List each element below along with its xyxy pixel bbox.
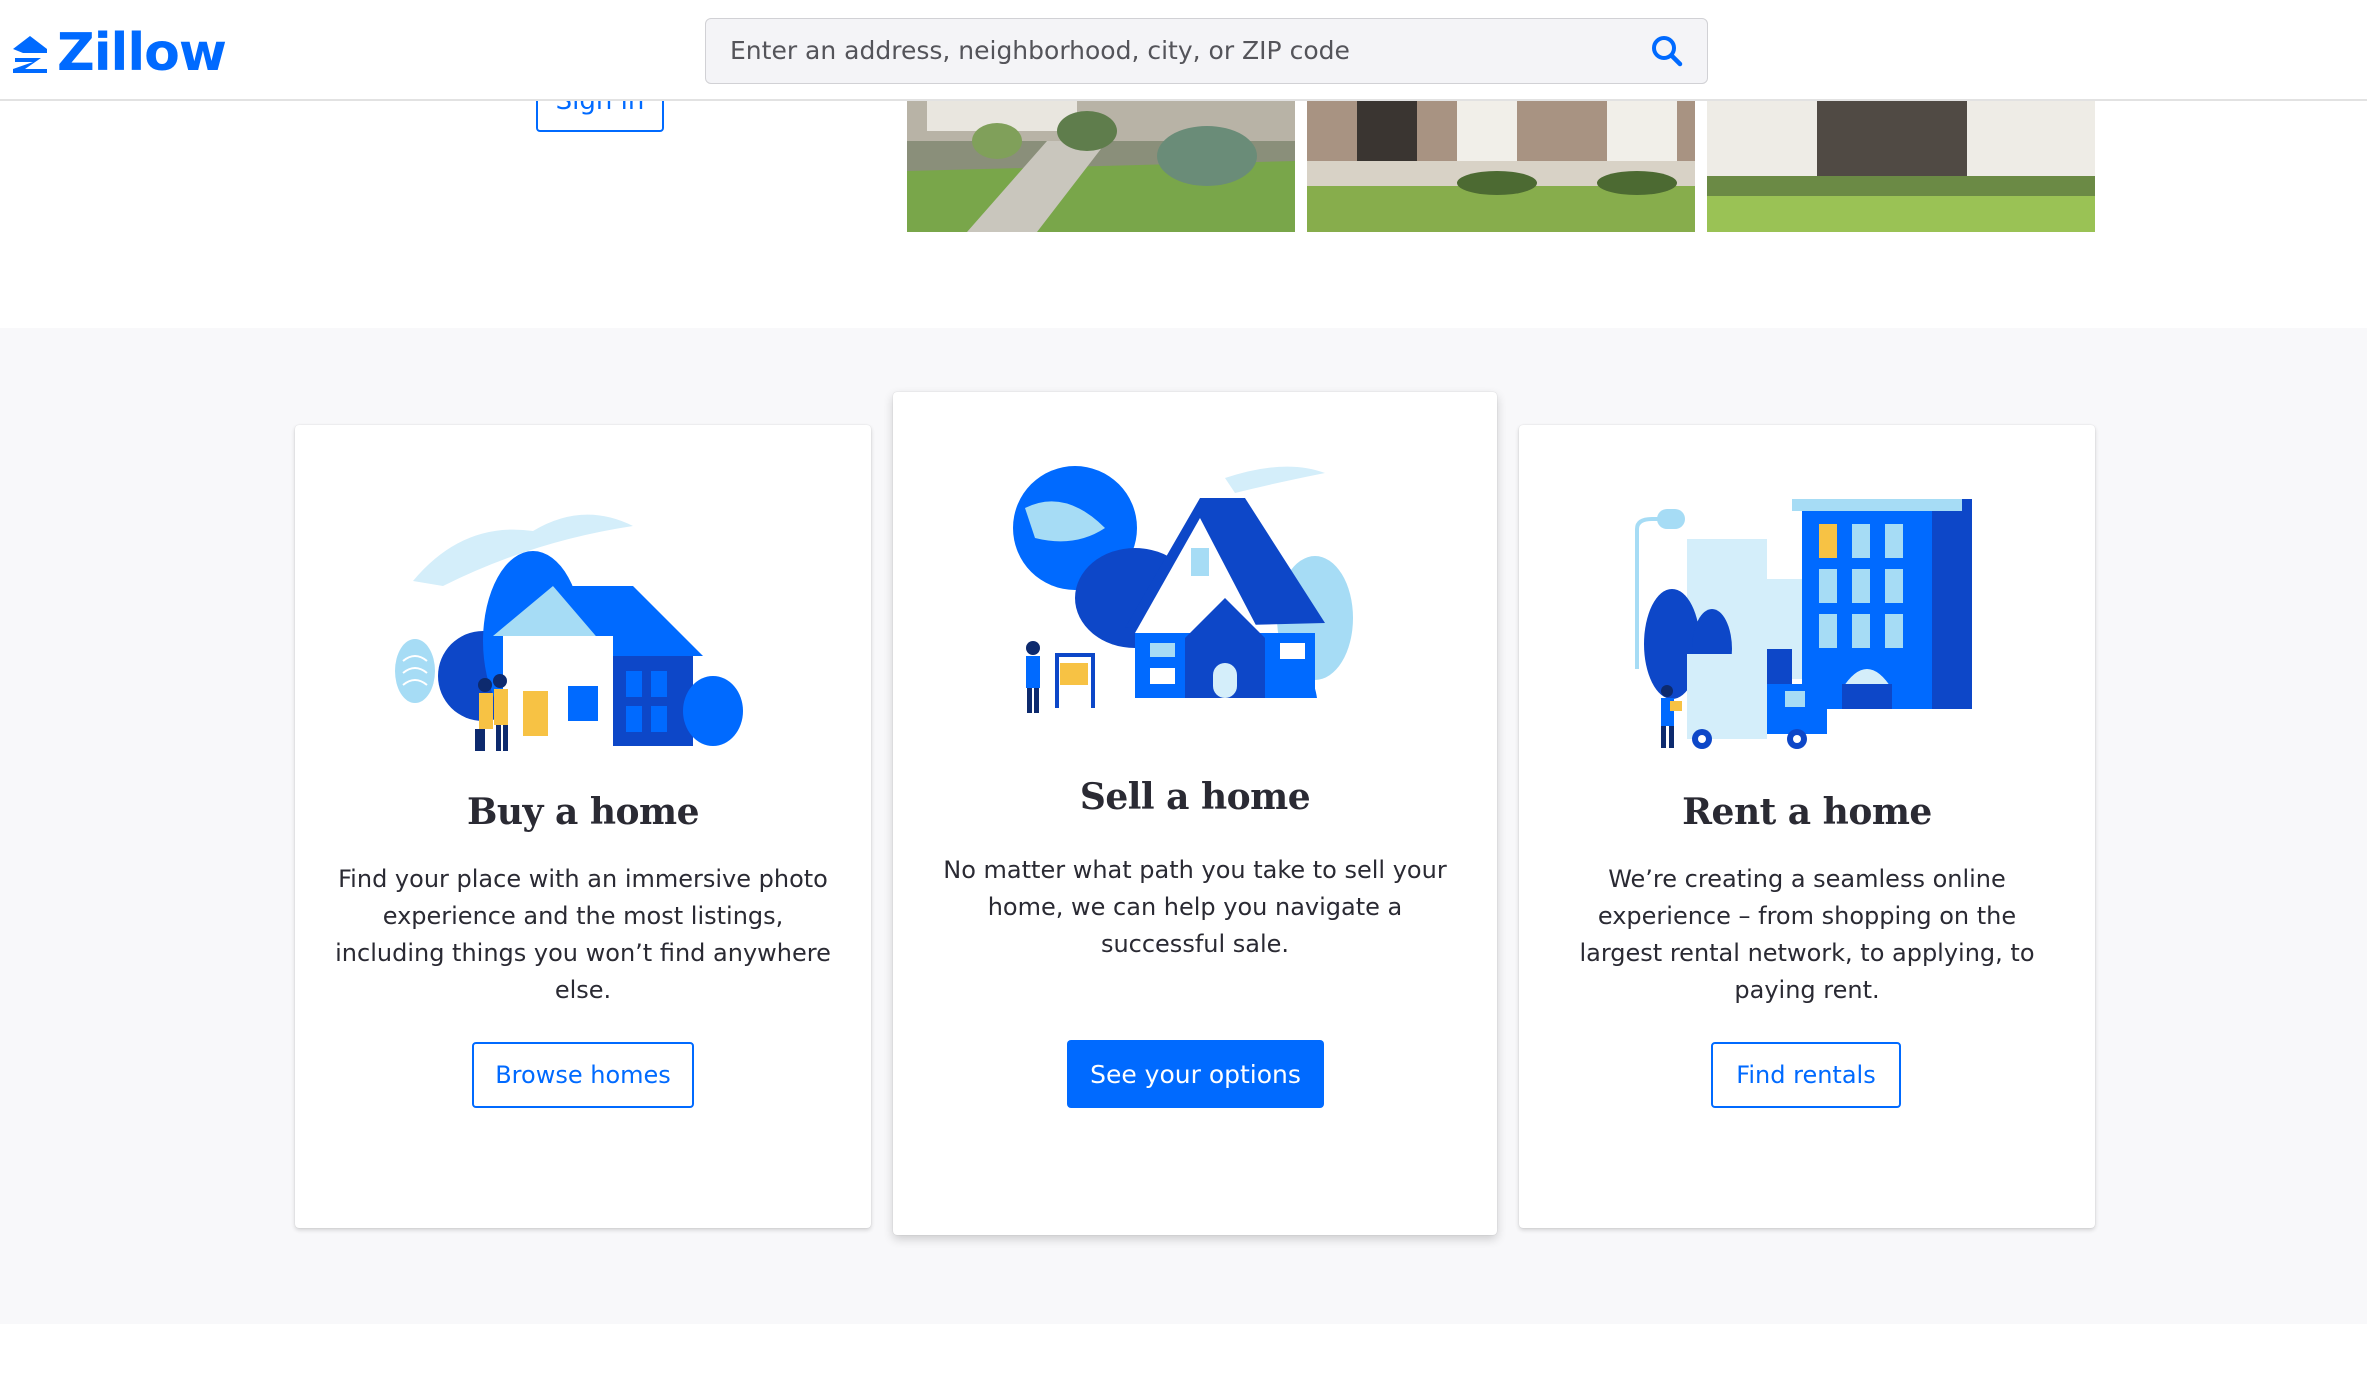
card-title: Buy a home [466, 791, 700, 833]
buy-home-illustration [395, 514, 743, 751]
home-photo [1707, 101, 2095, 232]
rent-home-illustration [1635, 499, 1972, 749]
search-input[interactable] [730, 19, 1630, 82]
buy-a-home-card: Buy a home Find your place with an immer… [295, 425, 871, 1228]
zillow-logo[interactable]: Zillow [9, 23, 227, 83]
find-rentals-button[interactable]: Find rentals [1711, 1042, 1901, 1108]
see-your-options-button[interactable]: See your options [1067, 1040, 1324, 1108]
search-icon[interactable] [1649, 33, 1685, 69]
search-bar [705, 18, 1708, 84]
card-title: Sell a home [1079, 776, 1311, 818]
home-photo-strip [907, 101, 2096, 232]
browse-homes-button[interactable]: Browse homes [472, 1042, 694, 1108]
sell-a-home-card: Sell a home No matter what path you take… [893, 392, 1497, 1235]
card-title: Rent a home [1682, 791, 1932, 833]
top-header: Zillow [0, 0, 2367, 101]
sell-home-illustration [1013, 466, 1353, 713]
rent-a-home-card: Rent a home We’re creating a seamless on… [1519, 425, 2095, 1228]
card-description: We’re creating a seamless online experie… [1579, 865, 2035, 1004]
home-photo [1307, 101, 1695, 232]
card-description: Find your place with an immersive photo … [335, 865, 831, 1004]
card-description: No matter what path you take to sell you… [943, 856, 1447, 958]
logo-text: Zillow [57, 23, 227, 83]
zillow-logo-icon [13, 36, 47, 73]
home-photo [907, 101, 1295, 232]
